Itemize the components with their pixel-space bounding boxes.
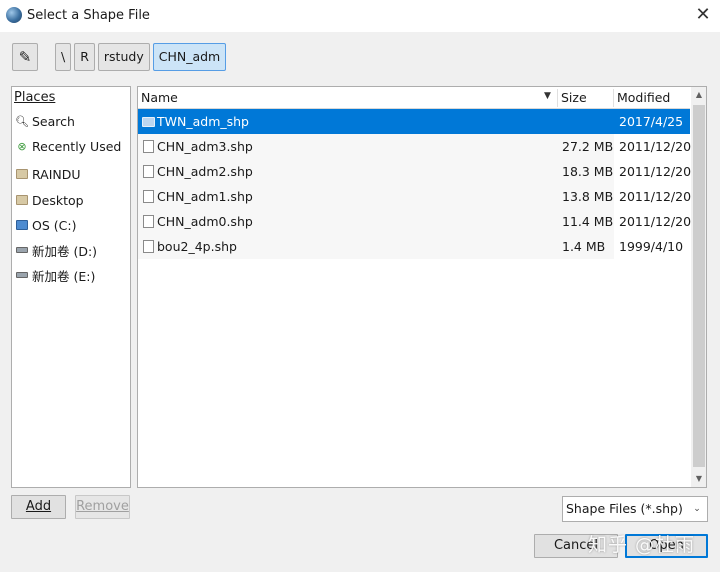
place-item-label: Desktop xyxy=(32,192,84,208)
drive-icon xyxy=(16,272,28,278)
file-icon xyxy=(143,140,154,153)
folder-icon xyxy=(16,169,28,179)
place-item-label: 新加卷 (D:) xyxy=(32,243,98,259)
file-name: CHN_adm2.shp xyxy=(157,164,253,179)
file-size: 11.4 MB xyxy=(562,214,614,229)
remove-button[interactable]: Remove xyxy=(75,495,130,519)
place-item-raindu[interactable]: RAINDU xyxy=(16,164,130,184)
scroll-down-icon[interactable]: ▼ xyxy=(691,471,706,487)
file-size: 27.2 MB xyxy=(562,139,614,154)
file-size: 1.4 MB xyxy=(562,239,606,254)
file-row[interactable]: CHN_adm3.shp 27.2 MB 2011/12/20 xyxy=(138,134,692,159)
places-header-label: Places xyxy=(14,90,56,105)
window-title: Select a Shape File xyxy=(27,8,150,23)
places-header[interactable]: Places xyxy=(14,90,55,105)
place-item-drive-e[interactable]: 新加卷 (E:) xyxy=(16,265,130,285)
column-header-name[interactable]: Name xyxy=(138,87,558,109)
globe-icon xyxy=(6,7,22,23)
file-row[interactable]: CHN_adm1.shp 13.8 MB 2011/12/20 xyxy=(138,184,692,209)
column-header-label: Name xyxy=(141,90,178,105)
add-button-label: Add xyxy=(25,499,52,514)
place-item-os-c[interactable]: OS (C:) xyxy=(16,215,130,235)
add-button[interactable]: Add xyxy=(11,495,66,519)
file-row-selected[interactable]: TWN_adm_shp 2017/4/25 xyxy=(138,109,690,134)
place-item-label: 新加卷 (E:) xyxy=(32,268,96,284)
file-list-header: Name ▼ Size Modified xyxy=(138,87,690,109)
recent-icon: ⊗ xyxy=(17,139,27,153)
sort-descending-icon: ▼ xyxy=(544,91,551,101)
file-type-filter-value: Shape Files (*.shp) xyxy=(566,501,683,516)
file-type-filter[interactable]: Shape Files (*.shp) ⌄ xyxy=(562,496,708,522)
file-icon xyxy=(143,215,154,228)
file-name: CHN_adm1.shp xyxy=(157,189,253,204)
column-header-modified[interactable]: Modified xyxy=(614,87,690,109)
place-item-desktop[interactable]: Desktop xyxy=(16,190,130,210)
file-modified: 2017/4/25 xyxy=(619,114,684,129)
edit-location-button[interactable]: ✎ xyxy=(12,43,38,71)
pencil-icon: ✎ xyxy=(18,48,32,66)
column-header-label: Size xyxy=(561,90,587,105)
file-list: Name ▼ Size Modified TWN_adm_shp 2017/4/… xyxy=(137,86,707,488)
vertical-scrollbar[interactable]: ▲ ▼ xyxy=(691,87,706,487)
search-icon: 🔍︎ xyxy=(15,114,29,128)
file-modified: 2011/12/20 xyxy=(619,164,692,179)
path-crumb-rstudy[interactable]: rstudy xyxy=(97,43,150,71)
column-header-size[interactable]: Size xyxy=(558,87,614,109)
place-item-label: OS (C:) xyxy=(32,217,77,233)
drive-icon xyxy=(16,247,28,253)
watermark: 知乎 @杜雨 xyxy=(588,534,696,556)
place-item-drive-d[interactable]: 新加卷 (D:) xyxy=(16,240,130,260)
close-icon[interactable]: ✕ xyxy=(692,4,714,26)
drive-icon xyxy=(16,220,28,230)
file-row[interactable]: CHN_adm2.shp 18.3 MB 2011/12/20 xyxy=(138,159,692,184)
path-crumb-root[interactable]: \ xyxy=(55,43,72,71)
place-item-search[interactable]: 🔍︎ Search xyxy=(15,111,130,131)
file-name: bou2_4p.shp xyxy=(157,239,237,254)
place-item-label: Recently Used xyxy=(32,138,122,154)
file-row[interactable]: bou2_4p.shp 1.4 MB 1999/4/10 xyxy=(138,234,690,259)
file-name: CHN_adm0.shp xyxy=(157,214,253,229)
file-modified: 2011/12/20 xyxy=(619,214,692,229)
file-size: 18.3 MB xyxy=(562,164,614,179)
path-bar: ✎ \ R rstudy CHN_adm xyxy=(12,43,227,73)
scroll-up-icon[interactable]: ▲ xyxy=(691,87,706,103)
title-bar: Select a Shape File ✕ xyxy=(0,0,720,32)
file-modified: 2011/12/20 xyxy=(619,189,692,204)
file-size: 13.8 MB xyxy=(562,189,614,204)
place-item-label: Search xyxy=(32,113,75,129)
place-item-label: RAINDU xyxy=(32,166,81,182)
column-header-label: Modified xyxy=(617,90,671,105)
folder-icon xyxy=(142,117,155,127)
file-modified: 1999/4/10 xyxy=(619,239,684,254)
file-icon xyxy=(143,240,154,253)
file-name: TWN_adm_shp xyxy=(157,114,249,129)
file-icon xyxy=(143,190,154,203)
path-crumb-r[interactable]: R xyxy=(74,43,95,71)
file-name: CHN_adm3.shp xyxy=(157,139,253,154)
scroll-thumb[interactable] xyxy=(693,105,705,467)
path-crumb-chn-adm[interactable]: CHN_adm xyxy=(152,43,227,71)
remove-button-label: Remove xyxy=(76,499,129,514)
file-icon xyxy=(143,165,154,178)
chevron-down-icon[interactable]: ⌄ xyxy=(687,497,707,521)
file-row[interactable]: CHN_adm0.shp 11.4 MB 2011/12/20 xyxy=(138,209,692,234)
file-modified: 2011/12/20 xyxy=(619,139,692,154)
places-panel: Places 🔍︎ Search ⊗ Recently Used RAINDU … xyxy=(11,86,131,488)
place-item-recently-used[interactable]: ⊗ Recently Used xyxy=(16,136,130,156)
folder-icon xyxy=(16,195,28,205)
